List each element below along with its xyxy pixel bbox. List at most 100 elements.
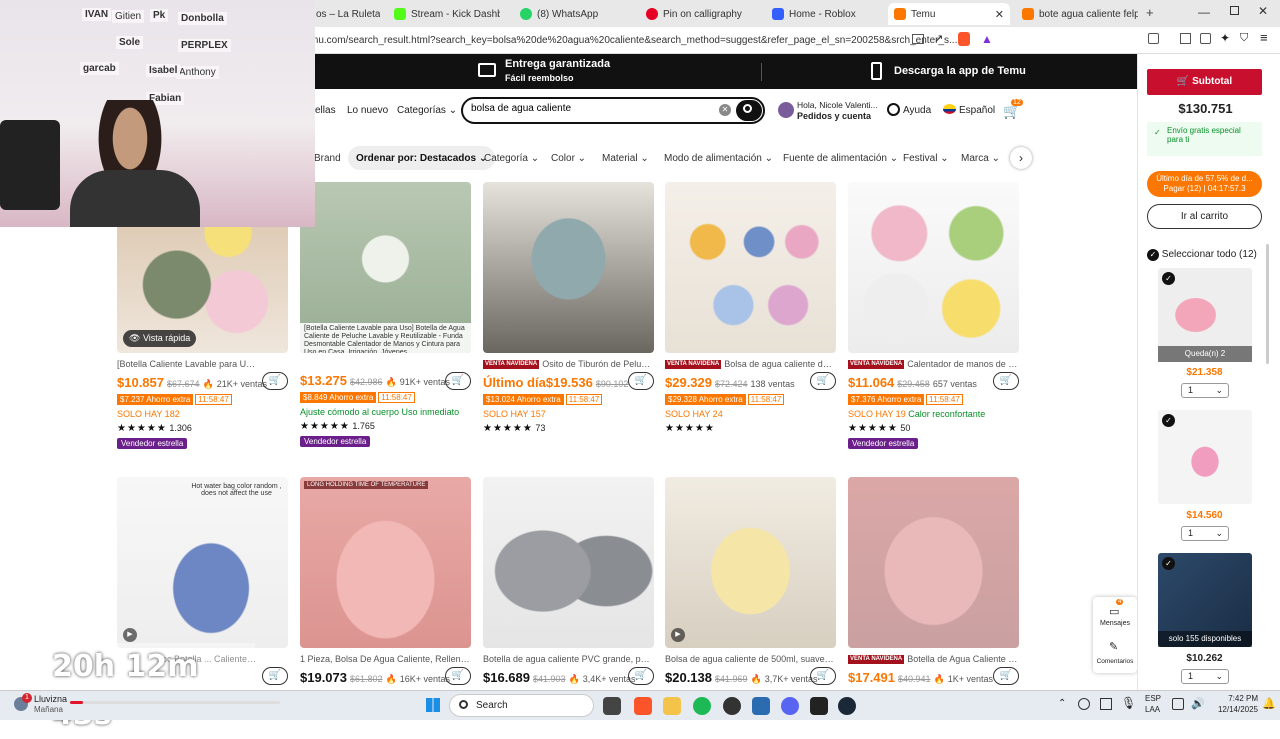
notifications-icon[interactable]: 🔔 xyxy=(1262,697,1276,710)
add-to-cart-button[interactable]: 🛒 xyxy=(445,372,471,390)
language-selector[interactable]: Español xyxy=(959,105,995,116)
product-title[interactable]: Bolsa de agua caliente de 500ml, suave y… xyxy=(665,654,835,664)
vpn-icon[interactable]: ⛉ xyxy=(1240,32,1248,45)
app-icon[interactable] xyxy=(752,697,770,715)
screen-icon[interactable] xyxy=(912,34,924,44)
volume-icon[interactable]: 🔊 xyxy=(1191,697,1205,710)
close-tab-icon[interactable]: ✕ xyxy=(995,8,1004,21)
nav-item-lo-nuevo[interactable]: Lo nuevo xyxy=(347,105,388,116)
tab-temu[interactable]: Temu ✕ xyxy=(888,3,1010,25)
product-card[interactable]: [Botella Caliente Lavable para Uso] Bote… xyxy=(300,182,471,447)
product-image[interactable]: [Botella Caliente Lavable para Uso] Bote… xyxy=(300,182,471,353)
sidebar-scrollbar[interactable] xyxy=(1266,244,1269,364)
share-icon[interactable]: ↗ xyxy=(934,32,943,45)
spotify-icon[interactable] xyxy=(693,697,711,715)
windows-start-icon[interactable] xyxy=(426,698,440,712)
show-hidden-icons-icon[interactable]: ⌃ xyxy=(1058,698,1066,709)
cart-item-qty-select[interactable]: 1 ⌄ xyxy=(1181,526,1229,541)
account-orders[interactable]: Pedidos y cuenta xyxy=(797,111,871,121)
nav-item-estrellas[interactable]: ellas xyxy=(315,105,336,116)
product-image[interactable] xyxy=(848,182,1019,353)
clear-search-icon[interactable]: ✕ xyxy=(719,104,731,116)
filter-material[interactable]: Material ⌄ xyxy=(594,146,657,170)
search-box[interactable]: ✕ xyxy=(461,97,765,124)
go-to-cart-button[interactable]: Ir al carrito xyxy=(1147,204,1262,229)
messages-icon[interactable]: ▭ xyxy=(1109,605,1119,618)
microphone-icon[interactable]: 🎙 xyxy=(1121,696,1136,710)
play-video-icon[interactable]: ▶ xyxy=(671,628,685,642)
cart-item-checkbox[interactable]: ✓ xyxy=(1162,414,1175,427)
leo-ai-icon[interactable]: ✦ xyxy=(1220,31,1230,45)
tab-bote-agua[interactable]: bote agua caliente felpa S xyxy=(1016,3,1138,25)
product-title[interactable]: Botella de agua caliente PVC grande, pel… xyxy=(483,654,653,664)
help-link[interactable]: Ayuda xyxy=(903,105,931,116)
clock-time[interactable]: 7:42 PM xyxy=(1208,694,1258,703)
sidebar-toggle-icon[interactable] xyxy=(1148,33,1159,44)
maximize-icon[interactable] xyxy=(1230,6,1239,15)
steam-icon[interactable] xyxy=(838,697,856,715)
product-title[interactable]: Bolsa de agua caliente de Disney ... xyxy=(724,359,835,369)
filter-fuente-alimentacion[interactable]: Fuente de alimentación ⌄ xyxy=(775,146,906,170)
add-to-cart-button[interactable]: 🛒 xyxy=(262,372,288,390)
add-to-cart-button[interactable]: 🛒 xyxy=(262,667,288,685)
file-explorer-icon[interactable] xyxy=(663,697,681,715)
brave-icon[interactable] xyxy=(634,697,652,715)
tab-kick[interactable]: Stream - Kick Dashbo xyxy=(388,3,500,25)
product-card[interactable]: VENTA NAVIDEÑA Osito de Tiburón de Peluch… xyxy=(483,182,654,434)
add-to-cart-button[interactable]: 🛒 xyxy=(810,667,836,685)
product-title[interactable]: Calentador de manos de bolsa de... xyxy=(907,359,1018,369)
product-image[interactable] xyxy=(483,182,654,353)
product-title[interactable]: Botella de Agua Caliente de Gran ... xyxy=(907,654,1018,664)
product-title[interactable]: [Botella Caliente Lavable para Uso] Bote… xyxy=(117,359,257,369)
filter-categoria[interactable]: Categoría ⌄ xyxy=(476,146,547,170)
brave-rewards-icon[interactable]: ▲ xyxy=(981,32,993,46)
product-image[interactable] xyxy=(848,477,1019,648)
cart-item-qty-select[interactable]: 1 ⌄ xyxy=(1181,669,1229,684)
menu-icon[interactable]: ≡ xyxy=(1260,30,1268,45)
product-card[interactable]: Botella de agua caliente PVC grande, pel… xyxy=(483,477,654,685)
tab-whatsapp[interactable]: (8) WhatsApp xyxy=(514,3,626,25)
product-image[interactable]: LONG HOLDING TIME OF TEMPERATURE xyxy=(300,477,471,648)
tab-roblox[interactable]: Home - Roblox xyxy=(766,3,878,25)
product-card[interactable]: VENTA NAVIDEÑA Bolsa de agua caliente de … xyxy=(665,182,836,434)
messages-link[interactable]: Mensajes xyxy=(1093,620,1137,627)
avatar[interactable] xyxy=(778,102,794,118)
product-image[interactable]: ▶ xyxy=(665,477,836,648)
add-to-cart-button[interactable]: 🛒 xyxy=(628,372,654,390)
product-card[interactable]: VENTA NAVIDEÑACalentador de manos de bol… xyxy=(848,182,1019,450)
brave-shield-icon[interactable] xyxy=(958,32,970,46)
filter-marca[interactable]: Marca ⌄ xyxy=(953,146,1008,170)
product-card[interactable]: LONG HOLDING TIME OF TEMPERATURE 1 Pieza… xyxy=(300,477,471,685)
comments-icon[interactable]: ✎ xyxy=(1109,640,1118,653)
network-icon[interactable] xyxy=(1078,698,1090,710)
terminal-icon[interactable] xyxy=(810,697,828,715)
sync-icon[interactable] xyxy=(1100,698,1112,710)
add-to-cart-button[interactable]: 🛒 xyxy=(810,372,836,390)
add-to-cart-button[interactable]: 🛒 xyxy=(445,667,471,685)
minimize-icon[interactable]: — xyxy=(1198,5,1210,19)
tab-ruleta[interactable]: os – La Ruleta de xyxy=(310,3,380,25)
checkout-button[interactable]: Último día de 57,5% de d... Pagar (12) | … xyxy=(1147,171,1262,197)
filter-festival[interactable]: Festival ⌄ xyxy=(895,146,957,170)
discord-icon[interactable] xyxy=(781,697,799,715)
reader-icon[interactable] xyxy=(1180,33,1191,44)
weather-text[interactable]: Lluvizna xyxy=(34,694,67,704)
product-image[interactable] xyxy=(483,477,654,648)
account-greeting[interactable]: Hola, Nicole Valenti... xyxy=(797,100,878,110)
display-icon[interactable] xyxy=(1172,698,1184,710)
product-title[interactable]: 1 Pieza, Bolsa De Agua Caliente, Rellena… xyxy=(300,654,470,664)
close-window-icon[interactable]: ✕ xyxy=(1258,4,1268,18)
add-to-cart-button[interactable]: 🛒 xyxy=(628,667,654,685)
search-input[interactable] xyxy=(471,103,701,114)
product-image[interactable]: Hot water bag color random , does not af… xyxy=(117,477,288,648)
comments-link[interactable]: Comentarios xyxy=(1093,658,1137,665)
search-button[interactable] xyxy=(736,100,762,121)
filter-modo-alimentacion[interactable]: Modo de alimentación ⌄ xyxy=(656,146,781,170)
filter-color[interactable]: Color ⌄ xyxy=(543,146,594,170)
quick-view-button[interactable]: 👁 Vista rápida xyxy=(123,330,197,347)
download-app-link[interactable]: Descarga la app de Temu xyxy=(894,65,1026,77)
taskbar-search[interactable]: Search xyxy=(449,694,594,717)
select-all-checkbox[interactable]: ✓ Seleccionar todo (12) xyxy=(1147,249,1257,261)
obs-icon[interactable] xyxy=(723,697,741,715)
tab-pinterest[interactable]: Pin on calligraphy xyxy=(640,3,752,25)
